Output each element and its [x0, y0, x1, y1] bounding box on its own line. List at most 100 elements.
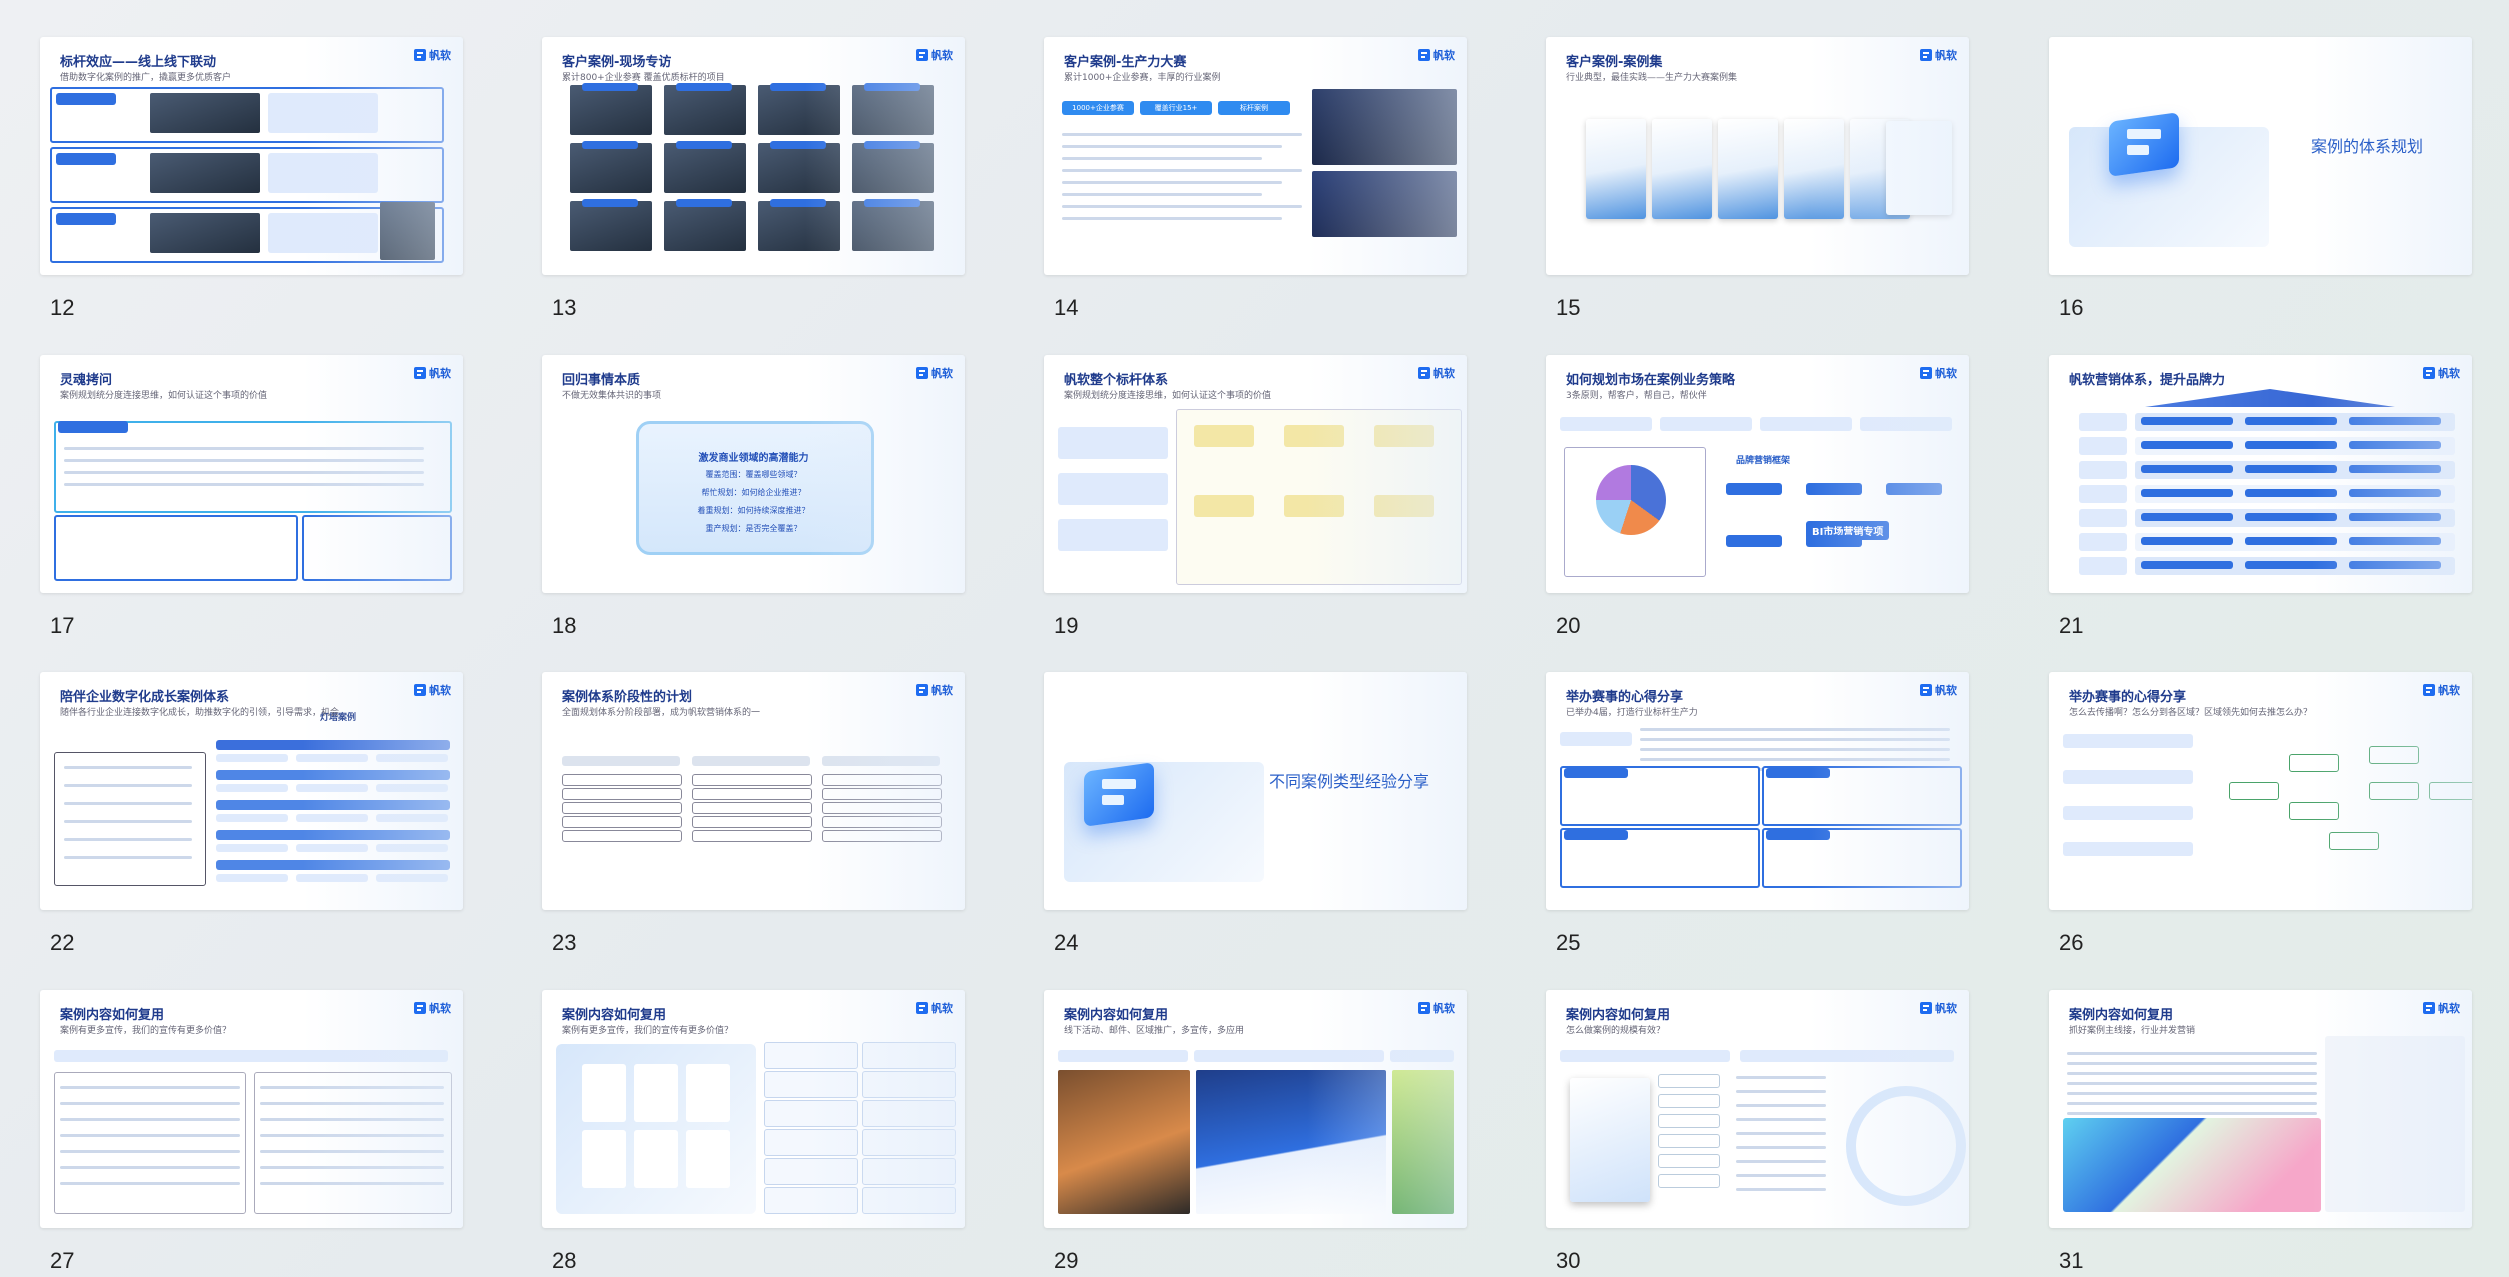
case-tile: [764, 1071, 858, 1098]
slide-number: 13: [552, 295, 577, 320]
slide-title: 举办赛事的心得分享: [1566, 690, 1684, 705]
slide-thumbnail[interactable]: 回归事情本质 不做无效集体共识的事项 帆软 激发商业领域的高潜能力 覆盖范围：覆盖哪些领…: [542, 355, 965, 593]
fanruan-logo-icon: [916, 367, 928, 379]
text-line: [64, 471, 424, 474]
phase-item: [692, 802, 812, 814]
brand-logo-text: 帆软: [931, 1002, 953, 1015]
interview-photo: [570, 201, 652, 251]
brand-logo: 帆软: [414, 365, 451, 381]
text-line: [1640, 728, 1950, 731]
text-line: [64, 459, 424, 462]
slide-number: 25: [1556, 930, 1581, 955]
stat-badge: 1000+企业参赛: [1062, 101, 1134, 115]
slide-thumbnail[interactable]: 案例内容如何复用 案例有更多宣传，我们的宣传有更多价值？ 帆软: [40, 990, 463, 1228]
brand-logo: 帆软: [916, 1000, 953, 1016]
slide-thumbnail[interactable]: 举办赛事的心得分享 已举办4届，打造行业标杆生产力 帆软: [1546, 672, 1969, 910]
system-cell: [2245, 489, 2337, 497]
table-line: [60, 1150, 240, 1153]
brand-logo-text: 帆软: [1935, 1002, 1957, 1015]
slide-number: 21: [2059, 613, 2084, 638]
system-cell: [2245, 537, 2337, 545]
brand-logo: 帆软: [1418, 365, 1455, 381]
text-line: [64, 838, 192, 841]
slide-title: 案例内容如何复用: [562, 1008, 667, 1023]
slide-thumbnail[interactable]: 陪伴企业数字化成长案例体系 随伴各行业企业连接数字化成长，助推数字化的引领，引导需…: [40, 672, 463, 910]
interview-photo: [758, 201, 840, 251]
slide-thumbnail[interactable]: 灵魂拷问 案例规划统分度连接思维，如何认证这个事项的价值 帆软: [40, 355, 463, 593]
slide-thumbnail[interactable]: 案例内容如何复用 怎么做案例的规模有效？ 帆软: [1546, 990, 1969, 1228]
screenshot-preview: [268, 93, 378, 133]
fanruan-logo-icon: [1920, 367, 1932, 379]
slide-subtitle: 案例规划统分度连接思维，如何认证这个事项的价值: [60, 391, 268, 401]
slide-thumbnail[interactable]: 帆软整个标杆体系 案例规划统分度连接思维，如何认证这个事项的价值 帆软: [1044, 355, 1467, 593]
system-cell: [2349, 441, 2441, 449]
slide-thumbnail[interactable]: 案例内容如何复用 案例有更多宣传，我们的宣传有更多价值？ 帆软: [542, 990, 965, 1228]
name-tag: [770, 141, 826, 149]
slide-title: 举办赛事的心得分享: [2069, 690, 2187, 705]
interview-photo: [570, 85, 652, 135]
toc-item: [1658, 1154, 1720, 1168]
slide-thumbnail[interactable]: 举办赛事的心得分享 怎么去传播啊？怎么分到各区域？区域领先如何去推怎么办？ 帆软: [2049, 672, 2472, 910]
text-line: [1640, 748, 1950, 751]
slide-thumbnail[interactable]: 不同案例类型经验分享: [1044, 672, 1467, 910]
panel-label: [58, 421, 128, 433]
diagram-node: [1194, 425, 1254, 447]
fanruan-logo-icon: [1418, 49, 1430, 61]
toc-item: [1658, 1134, 1720, 1148]
fanruan-logo-icon: [2423, 684, 2435, 696]
text-line: [64, 483, 424, 486]
brand-logo-text: 帆软: [1935, 684, 1957, 697]
slide-subtitle: 借助数字化案例的推广，撬赢更多优质客户: [60, 73, 232, 83]
slide-thumbnail[interactable]: 如何规划市场在案例业务策略 3条原则，帮客户，帮自己，帮伙伴 帆软 品牌营销框架 BI市…: [1546, 355, 1969, 593]
slide-thumbnail-cell: 案例内容如何复用 抓好案例主线接，行业并发营销 帆软 31: [2049, 990, 2472, 1273]
fanruan-logo-icon: [414, 49, 426, 61]
text-line: [64, 447, 424, 450]
slide-thumbnail-cell: 客户案例-生产力大赛 累计1000+企业参赛，丰厚的行业案例 帆软 1000+企业参赛…: [1044, 37, 1467, 320]
text-line: [1062, 205, 1302, 208]
brand-logo: 帆软: [2423, 365, 2460, 381]
interview-photo: [852, 201, 934, 251]
tier-cell: [376, 784, 448, 792]
strategy-node: [1726, 483, 1782, 495]
diagram-node: [1284, 425, 1344, 447]
doc-card: [634, 1064, 678, 1122]
system-cell: [2141, 465, 2233, 473]
slide-thumbnail[interactable]: 帆软营销体系，提升品牌力 帆软: [2049, 355, 2472, 593]
brand-logo-text: 帆软: [429, 684, 451, 697]
slide-thumbnail[interactable]: 客户案例-生产力大赛 累计1000+企业参赛，丰厚的行业案例 帆软 1000+企业参赛…: [1044, 37, 1467, 275]
strategy-node: [1806, 535, 1862, 547]
system-row-label: [2079, 557, 2127, 575]
slide-subtitle: 随伴各行业企业连接数字化成长，助推数字化的引领，引导需求，机会: [60, 708, 340, 718]
slide-number: 24: [1054, 930, 1079, 955]
doc-card: [686, 1064, 730, 1122]
diagram-node: [1284, 495, 1344, 517]
brand-logo: 帆软: [916, 682, 953, 698]
slide-thumbnail[interactable]: 案例内容如何复用 线下活动、邮件、区域推广，多宣传，多应用 帆软: [1044, 990, 1467, 1228]
text-line: [1736, 1132, 1826, 1135]
slide-thumbnail[interactable]: 案例的体系规划: [2049, 37, 2472, 275]
slide-thumbnail-cell: 标杆效应——线上线下联动 借助数字化案例的推广，撬赢更多优质客户 帆软 12: [40, 37, 463, 320]
text-line: [2067, 1062, 2317, 1065]
slide-thumbnail-cell: 如何规划市场在案例业务策略 3条原则，帮客户，帮自己，帮伙伴 帆软 品牌营销框架 BI市…: [1546, 355, 1969, 638]
slide-thumbnail[interactable]: 案例内容如何复用 抓好案例主线接，行业并发营销 帆软: [2049, 990, 2472, 1228]
table-line: [60, 1134, 240, 1137]
case-tile: [764, 1158, 858, 1185]
brand-logo-text: 帆软: [1935, 49, 1957, 62]
event-photo: [150, 153, 260, 193]
brand-logo: 帆软: [916, 365, 953, 381]
slide-thumbnail[interactable]: 案例体系阶段性的计划 全面规划体系分阶段部署，成为帆软营销体系的一 帆软: [542, 672, 965, 910]
event-stage-photo: [1312, 171, 1457, 237]
tier-cell: [216, 844, 288, 852]
slide-thumbnail[interactable]: 标杆效应——线上线下联动 借助数字化案例的推广，撬赢更多优质客户 帆软: [40, 37, 463, 275]
slide-thumbnail[interactable]: 客户案例-案例集 行业典型，最佳实践——生产力大赛案例集 帆软: [1546, 37, 1969, 275]
brand-logo-text: 帆软: [1433, 1002, 1455, 1015]
fanruan-logo-icon: [916, 49, 928, 61]
tier-cell: [216, 874, 288, 882]
slide-thumbnail-cell: 灵魂拷问 案例规划统分度连接思维，如何认证这个事项的价值 帆软 17: [40, 355, 463, 638]
flow-node: [2429, 782, 2472, 800]
system-cell: [2245, 441, 2337, 449]
slide-subtitle: 怎么去传播啊？怎么分到各区域？区域领先如何去推怎么办？: [2069, 708, 2313, 718]
flow-node: [2229, 782, 2279, 800]
slide-thumbnail[interactable]: 客户案例-现场专访 累计800+企业参赛 覆盖优质标杆的项目 帆软: [542, 37, 965, 275]
stat-badge: 覆盖行业15+: [1140, 101, 1212, 115]
